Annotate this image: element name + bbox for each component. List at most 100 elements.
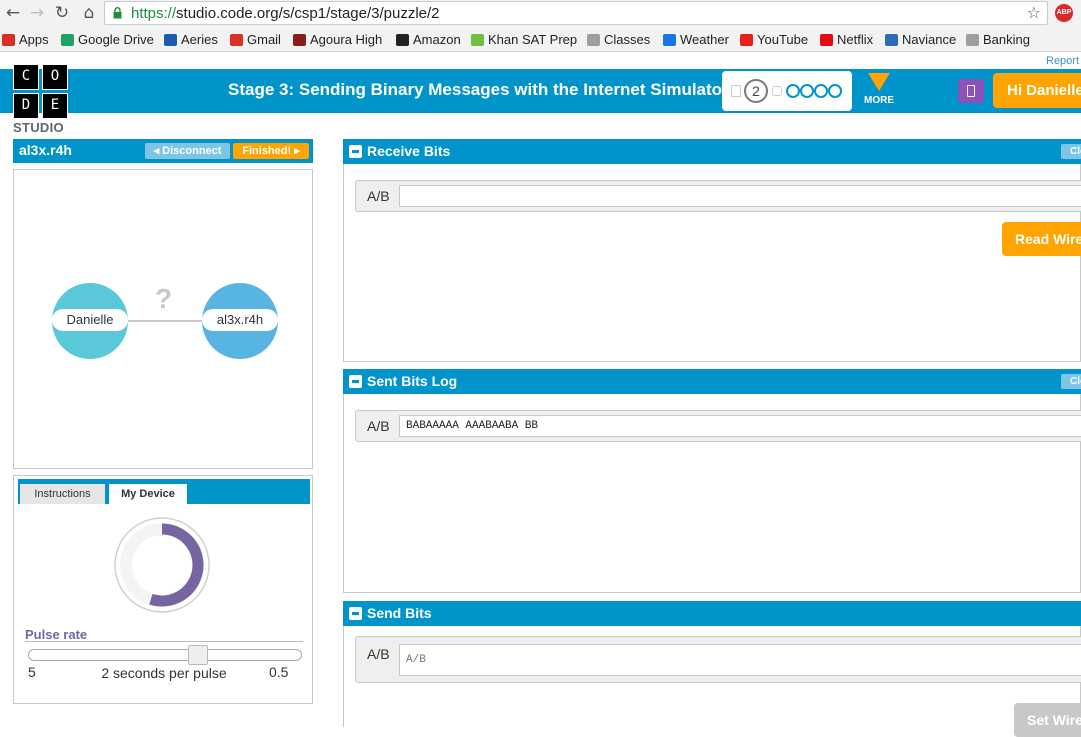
send-bits-header[interactable]: Send Bits — [343, 601, 1081, 626]
folder-icon — [966, 34, 979, 46]
reload-icon[interactable]: ↻ — [51, 2, 73, 24]
bookmark-label: Agoura High — [310, 32, 383, 47]
forward-arrow-icon[interactable]: → — [26, 2, 48, 24]
khan-leaf-icon — [471, 34, 484, 46]
collapse-icon[interactable] — [349, 375, 362, 388]
bookmark-netflix[interactable]: Netflix — [820, 32, 873, 48]
receive-bits-panel: A/B Read Wire — [343, 164, 1081, 362]
bookmark-naviance[interactable]: Naviance — [885, 32, 956, 48]
node-al3x[interactable]: al3x.r4h — [202, 283, 278, 359]
stage-title[interactable]: Stage 3: Sending Binary Messages with th… — [228, 80, 729, 100]
phone-icon — [967, 85, 975, 97]
bookmark-amazon[interactable]: Amazon — [396, 32, 461, 48]
tab-my-device[interactable]: My Device — [109, 484, 187, 504]
bookmark-classes[interactable]: Classes — [587, 32, 650, 48]
bookmark-gmail[interactable]: Gmail — [230, 32, 281, 48]
logo-studio-text: STUDIO — [13, 120, 64, 135]
bookmark-label: Google Drive — [78, 32, 154, 47]
bookmark-youtube[interactable]: YouTube — [740, 32, 808, 48]
address-bar[interactable]: https://studio.code.org/s/csp1/stage/3/p… — [104, 1, 1048, 25]
sent-bits-log-panel: A/B BABAAAAA AAABAABA BB — [343, 394, 1081, 593]
ab-label: A/B — [367, 188, 390, 204]
report-bug-link[interactable]: Report — [1046, 55, 1079, 67]
connection-name: al3x.r4h — [19, 142, 72, 158]
bookmarks-bar: Apps Google Drive Aeries Gmail Agoura High Am… — [0, 28, 1081, 52]
puzzle-bubble[interactable] — [786, 84, 800, 98]
lock-icon — [113, 7, 122, 19]
finished-button[interactable]: Finished! ▸ — [233, 143, 309, 159]
bookmark-apps[interactable]: Apps — [2, 32, 49, 48]
netflix-icon — [820, 34, 833, 46]
document-icon[interactable] — [731, 85, 741, 97]
set-wire-button[interactable]: Set Wire — [1014, 703, 1081, 737]
weather-icon — [663, 34, 676, 46]
clear-button[interactable]: Clear — [1061, 374, 1081, 389]
device-panel: Instructions My Device Pulse rate 2 seco… — [13, 475, 313, 704]
node-label: al3x.r4h — [202, 309, 278, 331]
code-studio-logo[interactable]: C O D E — [13, 64, 69, 120]
collapse-icon[interactable] — [349, 607, 362, 620]
bookmark-label: Gmail — [247, 32, 281, 47]
send-bits-input[interactable] — [399, 644, 1081, 676]
tab-instructions[interactable]: Instructions — [20, 484, 105, 504]
logo-letter-o: O — [42, 64, 68, 90]
bookmark-label: Classes — [604, 32, 651, 47]
url-text: https://studio.code.org/s/csp1/stage/3/p… — [131, 5, 440, 22]
puzzle-bubble[interactable] — [800, 84, 814, 98]
sent-bits-log-header[interactable]: Sent Bits Log Clear — [343, 369, 1081, 394]
slider-min-label: 5 — [28, 664, 36, 680]
bookmark-label: Naviance — [902, 32, 957, 47]
logo-letter-d: D — [13, 93, 39, 119]
mini-puzzle-icon[interactable] — [772, 86, 782, 96]
more-button[interactable]: MORE — [860, 71, 898, 111]
bookmark-aeries[interactable]: Aeries — [164, 32, 218, 48]
panel-title: Sent Bits Log — [367, 373, 458, 389]
puzzle-bubble[interactable] — [828, 84, 842, 98]
user-menu-button[interactable]: Hi Danielle — [993, 73, 1081, 108]
receive-bits-header[interactable]: Receive Bits Clear — [343, 139, 1081, 164]
adblock-icon[interactable]: ABP — [1055, 4, 1073, 22]
youtube-icon — [740, 34, 753, 46]
network-graph: ? Danielle al3x.r4h — [13, 169, 313, 469]
collapse-icon[interactable] — [349, 145, 362, 158]
logo-letter-c: C — [13, 64, 39, 90]
pulse-rate-label: Pulse rate — [25, 627, 88, 642]
bookmark-agoura-high[interactable]: Agoura High — [293, 32, 382, 48]
read-wire-button[interactable]: Read Wire — [1002, 222, 1081, 256]
bookmark-banking[interactable]: Banking — [966, 32, 1030, 48]
slider-max-label: 0.5 — [269, 664, 289, 680]
device-button[interactable] — [958, 79, 984, 103]
bookmark-label: Amazon — [413, 32, 461, 47]
back-arrow-icon[interactable]: ← — [2, 2, 24, 24]
more-label: MORE — [864, 95, 894, 106]
current-puzzle-bubble[interactable]: 2 — [744, 79, 768, 103]
amazon-icon — [396, 34, 409, 46]
bookmark-label: Apps — [19, 32, 49, 47]
bookmark-weather[interactable]: Weather — [663, 32, 729, 48]
agoura-icon — [293, 34, 306, 46]
puzzle-progress: 2 — [722, 71, 852, 111]
apps-grid-icon — [2, 34, 15, 46]
tab-bar: Instructions My Device — [18, 479, 310, 504]
naviance-icon — [885, 34, 898, 46]
node-danielle[interactable]: Danielle — [52, 283, 128, 359]
receive-bits-field[interactable] — [399, 185, 1081, 207]
disconnect-button[interactable]: ◂ Disconnect — [145, 143, 230, 159]
divider — [25, 641, 303, 642]
pulse-rate-slider[interactable] — [28, 649, 302, 661]
slider-handle[interactable] — [188, 645, 209, 665]
receive-wire-row: A/B — [355, 180, 1081, 212]
puzzle-bubble[interactable] — [814, 84, 828, 98]
bookmark-khan-sat-prep[interactable]: Khan SAT Prep — [471, 32, 577, 48]
bookmark-star-icon[interactable]: ☆ — [1027, 3, 1041, 22]
clear-button[interactable]: Clear — [1061, 144, 1081, 159]
bookmark-label: Weather — [680, 32, 729, 47]
folder-icon — [587, 34, 600, 46]
pulse-gauge — [114, 517, 210, 613]
logo-letter-e: E — [42, 93, 68, 119]
bookmark-google-drive[interactable]: Google Drive — [61, 32, 154, 48]
send-bits-panel: A/B Set Wire — [343, 626, 1081, 737]
ab-label: A/B — [367, 418, 390, 434]
home-icon[interactable]: ⌂ — [78, 2, 100, 24]
ab-label: A/B — [367, 646, 390, 662]
